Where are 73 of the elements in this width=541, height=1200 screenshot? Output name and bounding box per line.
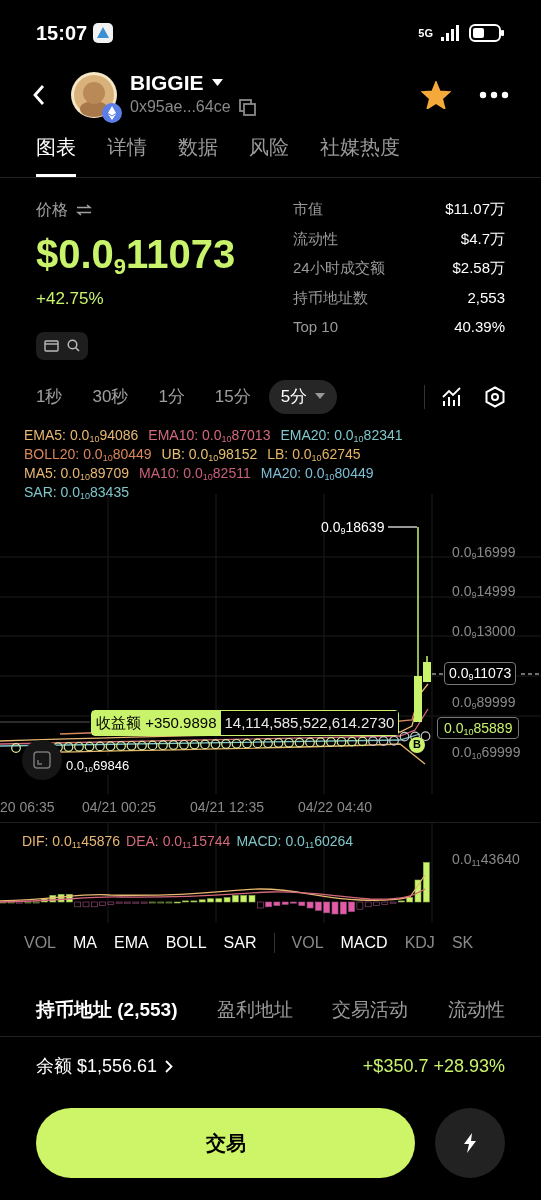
macd-value: DEA: 0.0$_{11}$15744 — [126, 831, 231, 852]
price-value: $0.0$_{9}$11073 — [36, 231, 237, 278]
time-axis-label: 04/21 12:35 — [190, 798, 265, 817]
position-amount: 14,114,585,522,614.2730 — [220, 710, 399, 735]
time-axis-label: 04/22 04:40 — [298, 798, 373, 817]
nav-tab[interactable]: 风险 — [249, 132, 289, 177]
indicator-tab[interactable]: SK — [451, 930, 474, 955]
indicator-value: LB: 0.0$_{10}$62745 — [267, 444, 361, 464]
price-change: +42.75% — [36, 288, 105, 310]
indicator-value: MA10: 0.0$_{10}$82511 — [139, 463, 251, 483]
nav-tab[interactable]: 图表 — [36, 132, 76, 177]
indicator-tab[interactable]: KDJ — [404, 930, 435, 955]
holder-tab[interactable]: 盈利地址 — [217, 995, 293, 1024]
nav-tab[interactable]: 详情 — [107, 132, 147, 177]
macd-value: DIF: 0.0$_{11}$45876 — [22, 831, 121, 852]
indicator-value: MA5: 0.0$_{10}$89709 — [24, 463, 129, 483]
balance-text[interactable]: 余额 $1,556.61 — [36, 1053, 158, 1080]
nav-tab[interactable]: 数据 — [178, 132, 218, 177]
stat-value: $11.07万 — [445, 199, 505, 219]
stat-label: 市值 — [293, 199, 323, 219]
current-price-tag: 0.0$_{9}$11073 — [444, 661, 517, 685]
price-axis-label: 0.0$_{9}$89999 — [452, 692, 516, 713]
indicator-value: BOLL20: 0.0$_{10}$80449 — [24, 444, 152, 464]
indicator-tab[interactable]: EMA — [114, 930, 149, 955]
stat-label: 流动性 — [293, 228, 338, 249]
macd-value: MACD: 0.0$_{11}$60264 — [236, 831, 354, 852]
stat-value: $4.7万 — [460, 228, 505, 249]
timeframe-tab[interactable]: 30秒 — [92, 383, 129, 410]
time-axis-label: 20 06:35 — [0, 798, 56, 817]
stat-label: 持币地址数 — [293, 287, 368, 308]
trade-button[interactable]: 交易 — [36, 1108, 415, 1178]
price-axis-label: 0.0$_{9}$14999 — [452, 581, 516, 602]
token-address: 0x95ae...64ce — [130, 97, 231, 117]
stat-value: 40.39% — [454, 317, 505, 337]
position-profit: 收益额 +350.9898 — [92, 710, 221, 735]
stat-label: 24小时成交额 — [293, 258, 385, 278]
indicator-tab[interactable]: VOL — [24, 930, 56, 955]
nav-tab[interactable]: 社媒热度 — [320, 132, 400, 177]
token-name[interactable]: BIGGIE — [130, 71, 204, 95]
timeframe-dropdown[interactable]: 5分 — [268, 379, 338, 414]
indicator-tab[interactable]: BOLL — [165, 930, 207, 955]
price-axis-label: 0.0$_{11}$43640 — [452, 849, 520, 870]
indicator-value: EMA10: 0.0$_{10}$87013 — [148, 425, 271, 445]
buy-marker: B — [409, 736, 425, 753]
price-label: 价格 — [36, 200, 68, 220]
stat-value: $2.58万 — [452, 258, 505, 278]
holder-tab[interactable]: 交易活动 — [332, 995, 409, 1024]
holder-tab[interactable]: 持币地址 (2,553) — [36, 995, 178, 1024]
time-axis-label: 04/21 00:25 — [82, 798, 157, 817]
price-axis-label: 0.0$_{9}$13000 — [452, 621, 516, 642]
indicator-tab[interactable]: SAR — [223, 930, 257, 955]
profit-text: +$350.7 +28.93% — [362, 1055, 505, 1078]
indicator-tab[interactable]: VOL — [291, 930, 324, 955]
price-axis-label: 0.0$_{9}$16999 — [452, 542, 516, 563]
indicator-tab[interactable]: MA — [73, 930, 97, 955]
price-axis-label: 0.0$_{10}$69999 — [452, 742, 521, 763]
status-time: 15:07 — [36, 21, 88, 46]
timeframe-tab[interactable]: 15分 — [214, 383, 251, 410]
position-price-tag: 0.0$_{10}$85889 — [437, 716, 520, 739]
indicator-value: MA20: 0.0$_{10}$80449 — [260, 463, 374, 483]
price-point-label: 0.0$_{10}$69846 — [64, 755, 132, 775]
network-label: 5G — [418, 25, 433, 41]
timeframe-tab[interactable]: 1分 — [158, 383, 185, 410]
indicator-value: EMA5: 0.0$_{10}$94086 — [24, 425, 139, 445]
high-price-label: 0.0$_{9}$18639 — [321, 517, 385, 538]
indicator-tab[interactable]: MACD — [340, 930, 388, 955]
indicator-value: UB: 0.0$_{10}$98152 — [161, 444, 258, 464]
stat-label: Top 10 — [293, 317, 339, 337]
indicator-value: SAR: 0.0$_{10}$83435 — [24, 482, 129, 502]
timeframe-tab[interactable]: 1秒 — [36, 383, 63, 410]
indicator-value: EMA20: 0.0$_{10}$82341 — [280, 425, 403, 445]
holder-tab[interactable]: 流动性 — [448, 995, 505, 1024]
stat-value: 2,553 — [467, 287, 505, 308]
